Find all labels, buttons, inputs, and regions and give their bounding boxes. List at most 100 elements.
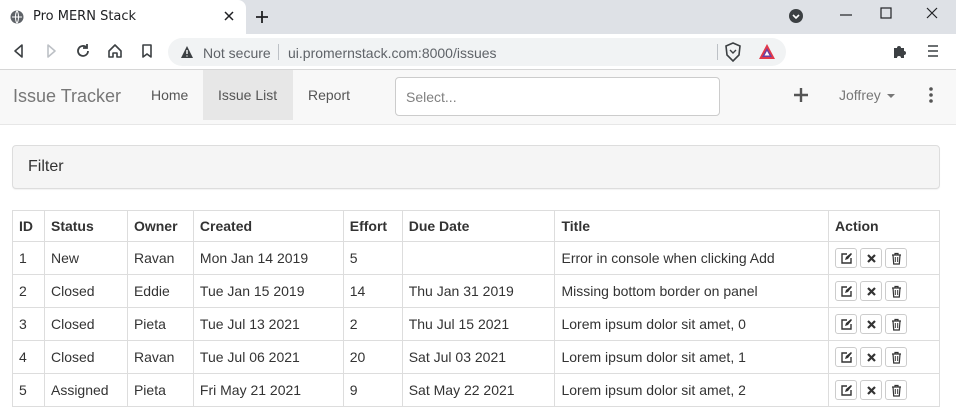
- cell-id: 1: [12, 241, 45, 275]
- table-row[interactable]: 2 Closed Eddie Tue Jan 15 2019 14 Thu Ja…: [12, 274, 940, 308]
- bookmark-icon[interactable]: [138, 42, 156, 60]
- cell-effort: 2: [342, 307, 403, 341]
- cell-action: [828, 241, 940, 275]
- cell-title: Missing bottom border on panel: [554, 274, 830, 308]
- cell-action: [828, 307, 940, 341]
- globe-icon: [10, 10, 24, 24]
- col-header-status: Status: [43, 210, 128, 242]
- close-icon: [867, 386, 876, 395]
- search-select[interactable]: Select...: [395, 77, 720, 116]
- close-issue-button[interactable]: [860, 314, 883, 334]
- address-bar[interactable]: Not secure ui.promernstack.com:8000/issu…: [168, 38, 786, 66]
- col-header-title: Title: [554, 210, 830, 242]
- app-brand[interactable]: Issue Tracker: [13, 86, 121, 107]
- back-icon[interactable]: [10, 42, 28, 60]
- add-issue-icon[interactable]: [792, 86, 810, 104]
- table-header-row: ID Status Owner Created Effort Due Date …: [12, 210, 940, 242]
- filter-title[interactable]: Filter: [28, 158, 64, 176]
- col-header-id: ID: [12, 210, 45, 242]
- edit-button[interactable]: [835, 380, 858, 400]
- cell-action: [828, 274, 940, 308]
- edit-button[interactable]: [835, 347, 858, 367]
- close-icon: [867, 320, 876, 329]
- cell-title: Lorem ipsum dolor sit amet, 0: [554, 307, 830, 341]
- cell-status: Closed: [43, 274, 128, 308]
- col-header-owner: Owner: [126, 210, 194, 242]
- delete-button[interactable]: [885, 281, 908, 301]
- browser-tab-strip: Pro MERN Stack: [0, 0, 956, 34]
- trash-icon: [892, 351, 902, 364]
- filter-panel[interactable]: Filter: [12, 145, 940, 189]
- cell-id: 3: [12, 307, 45, 341]
- cell-created: Tue Jul 06 2021: [192, 340, 344, 374]
- caret-down-icon: [886, 94, 895, 99]
- delete-button[interactable]: [885, 347, 908, 367]
- nav-home[interactable]: Home: [136, 70, 203, 120]
- delete-button[interactable]: [885, 314, 908, 334]
- cell-created: Tue Jul 13 2021: [192, 307, 344, 341]
- trash-icon: [892, 285, 902, 298]
- close-window-icon[interactable]: [920, 4, 944, 26]
- security-label[interactable]: Not secure: [203, 45, 271, 61]
- cell-due-date: Thu Jul 15 2021: [401, 307, 556, 341]
- cell-status: New: [43, 241, 128, 275]
- cell-id: 2: [12, 274, 45, 308]
- browser-menu-icon[interactable]: [926, 43, 940, 59]
- warning-icon[interactable]: [180, 45, 194, 59]
- minimize-icon[interactable]: [834, 4, 858, 26]
- forward-icon[interactable]: [42, 42, 60, 60]
- table-row[interactable]: 4 Closed Ravan Tue Jul 06 2021 20 Sat Ju…: [12, 340, 940, 374]
- col-header-due-date: Due Date: [401, 210, 556, 242]
- cell-due-date: Thu Jan 31 2019: [401, 274, 556, 308]
- nav-issue-list[interactable]: Issue List: [203, 70, 293, 120]
- browser-toolbar: Not secure ui.promernstack.com:8000/issu…: [0, 34, 956, 70]
- new-tab-icon[interactable]: [253, 8, 271, 26]
- col-header-created: Created: [192, 210, 344, 242]
- user-menu[interactable]: Joffrey: [839, 87, 895, 103]
- home-icon[interactable]: [106, 42, 124, 60]
- edit-button[interactable]: [835, 248, 858, 268]
- close-issue-button[interactable]: [860, 248, 883, 268]
- url-divider: [278, 44, 279, 60]
- url-text[interactable]: ui.promernstack.com:8000/issues: [288, 45, 497, 61]
- trash-icon: [892, 252, 902, 265]
- close-icon: [867, 254, 876, 263]
- url-divider: [717, 44, 718, 60]
- col-header-action: Action: [828, 210, 940, 242]
- nav-report[interactable]: Report: [293, 70, 365, 120]
- edit-icon: [841, 352, 853, 363]
- cell-created: Tue Jan 15 2019: [192, 274, 344, 308]
- cell-owner: Pieta: [126, 307, 194, 341]
- delete-button[interactable]: [885, 248, 908, 268]
- brave-shields-icon[interactable]: [724, 42, 742, 62]
- close-issue-button[interactable]: [860, 281, 883, 301]
- edit-icon: [841, 385, 853, 396]
- brave-rewards-icon[interactable]: [758, 43, 776, 60]
- issue-table: ID Status Owner Created Effort Due Date …: [12, 210, 940, 407]
- edit-button[interactable]: [835, 314, 858, 334]
- delete-button[interactable]: [885, 380, 908, 400]
- cell-owner: Eddie: [126, 274, 194, 308]
- extensions-icon[interactable]: [892, 43, 909, 60]
- cell-effort: 5: [342, 241, 403, 275]
- col-header-effort: Effort: [342, 210, 403, 242]
- cell-action: [828, 340, 940, 374]
- table-row[interactable]: 3 Closed Pieta Tue Jul 13 2021 2 Thu Jul…: [12, 307, 940, 341]
- table-row[interactable]: 1 New Ravan Mon Jan 14 2019 5 Error in c…: [12, 241, 940, 275]
- close-issue-button[interactable]: [860, 380, 883, 400]
- tab-search-icon[interactable]: [784, 4, 808, 26]
- app-navbar: Issue Tracker Home Issue List Report Sel…: [0, 70, 956, 125]
- edit-icon: [841, 253, 853, 264]
- close-tab-icon[interactable]: [222, 9, 236, 23]
- cell-status: Closed: [43, 307, 128, 341]
- search-placeholder: Select...: [406, 89, 457, 105]
- close-issue-button[interactable]: [860, 347, 883, 367]
- cell-title: Lorem ipsum dolor sit amet, 1: [554, 340, 830, 374]
- edit-button[interactable]: [835, 281, 858, 301]
- browser-tab[interactable]: Pro MERN Stack: [0, 0, 246, 34]
- more-options-icon[interactable]: [926, 86, 936, 104]
- reload-icon[interactable]: [74, 42, 92, 60]
- edit-icon: [841, 319, 853, 330]
- maximize-icon[interactable]: [874, 4, 898, 26]
- cell-created: Mon Jan 14 2019: [192, 241, 344, 275]
